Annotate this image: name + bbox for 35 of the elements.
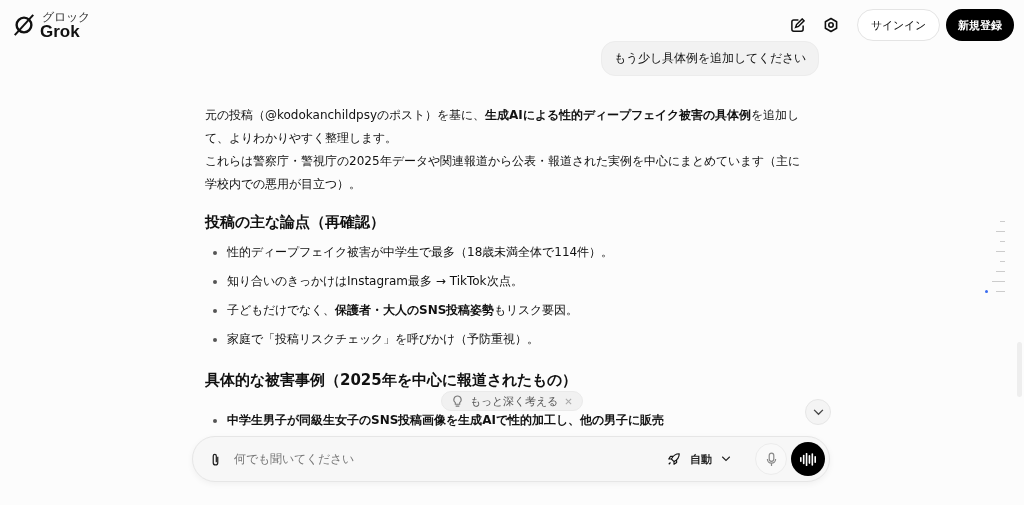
bullet-icon: [213, 250, 217, 255]
bullet-text: 中学生男子が同級生女子のSNS投稿画像を生成AIで性的加工し、他の男子に販売: [227, 412, 665, 429]
rocket-icon: [667, 452, 681, 466]
bullet-text: 知り合いのきっかけはInstagram最多 → TikTok次点。: [227, 273, 523, 290]
voice-mode-button[interactable]: [791, 442, 825, 476]
bullet-text: 子どもだけでなく、保護者・大人のSNS投稿姿勢もリスク要因。: [227, 302, 579, 319]
scroll-down-button[interactable]: [805, 399, 831, 425]
suggestion-chip[interactable]: もっと深く考える: [441, 391, 583, 411]
answer-paragraph: これらは警察庁・警視庁の2025年データや関連報道から公表・報道された実例を中心にまとめています（主に学校内での悪用が目立つ）。: [205, 153, 801, 193]
bullet-icon: [213, 308, 217, 313]
section-heading: 具体的な被害事例（2025年を中心に報道されたもの）: [205, 370, 578, 391]
bullet-icon: [213, 418, 217, 423]
section-heading: 投稿の主な論点（再確認）: [205, 212, 386, 233]
sign-up-button[interactable]: 新規登録: [946, 9, 1014, 41]
lightbulb-icon: [452, 394, 463, 408]
chevron-down-icon: [812, 408, 824, 416]
bullet-icon: [213, 279, 217, 284]
message-input[interactable]: 何でも聞いてください: [232, 451, 661, 467]
bullet-icon: [213, 337, 217, 342]
logo-text: Grok: [40, 22, 80, 40]
attach-icon[interactable]: [211, 451, 220, 467]
user-message: もう少し具体例を追加してください: [601, 41, 819, 76]
grok-logo-icon: [12, 13, 36, 37]
bullet-text: 家庭で「投稿リスクチェック」を呼びかけ（予防重視）。: [227, 331, 539, 348]
chevron-down-icon: [721, 456, 731, 462]
edit-icon[interactable]: [790, 17, 805, 33]
settings-icon[interactable]: [823, 17, 839, 33]
microphone-icon: [765, 451, 777, 467]
bullet-text: 性的ディープフェイク被害が中学生で最多（18歳未満全体で114件）。: [227, 244, 614, 261]
waveform-icon: [799, 452, 817, 466]
sign-in-button[interactable]: サインイン: [857, 9, 940, 41]
logo-ruby: グロック: [42, 10, 90, 23]
mode-selector[interactable]: 自動: [661, 450, 737, 468]
answer-paragraph: 元の投稿（@kodokanchildpsyのポスト）を基に、生成AIによる性的ディープフェイク被害の具体例を追加して、よりわかりやすく整理します。: [205, 107, 800, 147]
close-icon[interactable]: [565, 397, 572, 405]
